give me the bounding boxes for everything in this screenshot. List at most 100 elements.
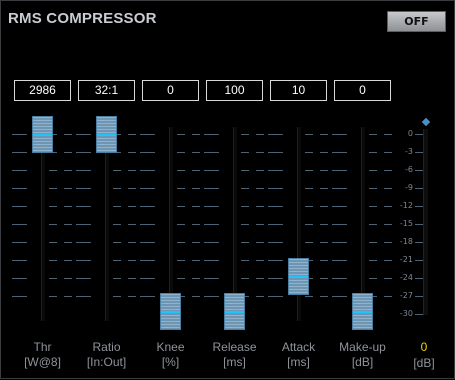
thr-value-field[interactable]: 2986	[14, 80, 71, 101]
scale-tick	[83, 278, 91, 279]
scale-tick	[19, 296, 27, 297]
scale-tick	[339, 242, 347, 243]
attack-fader-handle[interactable]	[288, 257, 309, 295]
scale-tick	[83, 152, 91, 153]
scale-tick	[64, 170, 72, 171]
scale-tick	[147, 170, 155, 171]
scale-tick	[369, 224, 377, 225]
off-toggle-button[interactable]: OFF	[387, 11, 446, 32]
scale-tick	[19, 134, 27, 135]
scale-tick	[369, 134, 377, 135]
scale-tick	[211, 224, 219, 225]
meter-scale-label: -9	[405, 183, 413, 192]
fader-channel-attack: 10 Attack [ms]	[268, 1, 328, 380]
fader-handle-indicator	[225, 311, 244, 313]
meter-scale-label: -30	[399, 309, 413, 318]
scale-tick	[211, 152, 219, 153]
thr-fader-track[interactable]	[41, 129, 45, 321]
gain-reduction-value: 0	[420, 340, 428, 354]
makeup-value-field[interactable]: 0	[334, 80, 391, 101]
scale-tick	[256, 170, 264, 171]
scale-tick	[177, 278, 185, 279]
scale-tick	[113, 260, 121, 261]
scale-tick	[192, 242, 200, 243]
thr-fader-handle[interactable]	[32, 116, 53, 153]
scale-tick	[192, 206, 200, 207]
ratio-fader-track[interactable]	[105, 129, 109, 321]
release-label: Release [ms]	[206, 340, 263, 370]
scale-tick	[19, 260, 27, 261]
scale-tick	[147, 188, 155, 189]
knee-fader-track[interactable]	[169, 127, 173, 321]
scale-tick	[339, 152, 347, 153]
scale-tick	[147, 224, 155, 225]
scale-tick	[192, 134, 200, 135]
scale-tick	[339, 170, 347, 171]
meter-tick	[415, 242, 423, 243]
scale-tick	[128, 278, 136, 279]
knee-value-field[interactable]: 0	[142, 80, 199, 101]
scale-tick	[305, 206, 313, 207]
scale-tick	[83, 260, 91, 261]
scale-tick	[192, 260, 200, 261]
scale-tick	[83, 170, 91, 171]
fader-channel-ratio: 32:1 Ratio [In:Out]	[76, 1, 136, 380]
scale-tick	[320, 188, 328, 189]
scale-tick	[192, 170, 200, 171]
scale-tick	[19, 278, 27, 279]
scale-tick	[64, 224, 72, 225]
meter-tick	[415, 260, 423, 261]
makeup-fader-handle[interactable]	[352, 293, 373, 330]
scale-tick	[305, 224, 313, 225]
scale-tick	[113, 188, 121, 189]
scale-tick	[211, 134, 219, 135]
scale-tick	[83, 242, 91, 243]
meter-scale-label: -6	[405, 165, 413, 174]
scale-tick	[128, 134, 136, 135]
ratio-value-field[interactable]: 32:1	[78, 80, 135, 101]
scale-tick	[49, 260, 57, 261]
makeup-label-unit: [dB]	[351, 355, 374, 369]
makeup-label-name: Make-up	[339, 340, 386, 354]
scale-tick	[320, 152, 328, 153]
release-fader-handle[interactable]	[224, 293, 245, 330]
ratio-fader-handle[interactable]	[96, 116, 117, 153]
scale-tick	[369, 152, 377, 153]
makeup-fader-track[interactable]	[361, 127, 365, 321]
scale-tick	[128, 296, 136, 297]
scale-tick	[113, 296, 121, 297]
scale-tick	[177, 224, 185, 225]
scale-tick	[256, 206, 264, 207]
meter-tick	[415, 224, 423, 225]
scale-tick	[49, 206, 57, 207]
knee-fader-handle[interactable]	[160, 293, 181, 330]
meter-tick	[415, 134, 423, 135]
scale-tick	[64, 242, 72, 243]
scale-tick	[49, 188, 57, 189]
thr-label: Thr [W@8]	[14, 340, 71, 370]
scale-tick	[275, 296, 283, 297]
scale-tick	[192, 224, 200, 225]
scale-tick	[83, 188, 91, 189]
scale-tick	[177, 170, 185, 171]
scale-tick	[192, 296, 200, 297]
scale-tick	[305, 170, 313, 171]
scale-tick	[147, 278, 155, 279]
scale-tick	[320, 242, 328, 243]
scale-tick	[369, 206, 377, 207]
scale-tick	[83, 224, 91, 225]
release-fader-track[interactable]	[233, 127, 237, 321]
scale-tick	[19, 170, 27, 171]
attack-label-name: Attack	[281, 340, 316, 354]
scale-tick	[320, 170, 328, 171]
scale-tick	[147, 260, 155, 261]
attack-value-field[interactable]: 10	[270, 80, 327, 101]
thr-label-unit: [W@8]	[24, 355, 61, 369]
scale-tick	[211, 242, 219, 243]
scale-tick	[241, 188, 249, 189]
gain-reduction-unit: [dB]	[413, 356, 435, 370]
scale-tick	[19, 242, 27, 243]
scale-tick	[256, 188, 264, 189]
scale-tick	[211, 260, 219, 261]
release-value-field[interactable]: 100	[206, 80, 263, 101]
